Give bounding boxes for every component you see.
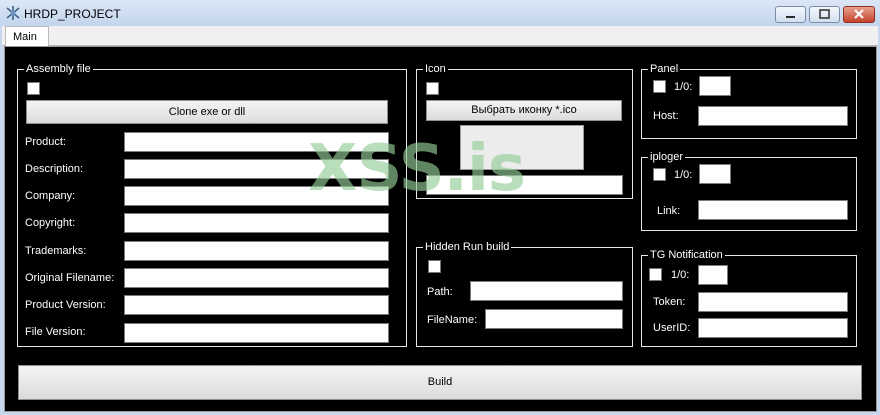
iploger-toggle-label: 1/0: <box>674 169 693 181</box>
tg-toggle-field[interactable] <box>698 265 728 285</box>
iploger-group: iploger 1/0: Link: <box>641 150 857 231</box>
icon-checkbox[interactable] <box>426 82 439 95</box>
build-button[interactable]: Build <box>18 365 862 400</box>
window-title: HRDP_PROJECT <box>24 7 121 21</box>
title-bar: HRDP_PROJECT <box>0 0 880 26</box>
company-label: Company: <box>25 190 76 202</box>
path-field[interactable] <box>470 281 623 301</box>
tg-notification-group: TG Notification 1/0: Token: UserID: <box>641 248 857 347</box>
original-filename-field[interactable] <box>124 268 389 288</box>
product-version-label: Product Version: <box>25 299 106 311</box>
icon-group: Icon Выбрать иконку *.ico <box>416 62 633 199</box>
minimize-button[interactable] <box>775 6 806 23</box>
iploger-title: iploger <box>648 150 686 164</box>
company-field[interactable] <box>124 186 389 206</box>
panel-toggle-field[interactable] <box>699 76 731 96</box>
tab-strip: Main <box>2 26 878 47</box>
hidden-run-group: Hidden Run build Path: FileName: <box>416 240 633 347</box>
main-panel: Assembly file Clone exe or dll Product: … <box>4 46 877 412</box>
maximize-button[interactable] <box>809 6 840 23</box>
file-version-label: File Version: <box>25 326 86 338</box>
tg-checkbox[interactable] <box>649 268 662 281</box>
description-label: Description: <box>25 163 84 175</box>
panel-title: Panel <box>648 62 681 76</box>
file-version-field[interactable] <box>124 323 389 343</box>
copyright-label: Copyright: <box>25 217 76 229</box>
maximize-icon <box>819 9 830 19</box>
token-field[interactable] <box>698 292 848 312</box>
trademarks-label: Trademarks: <box>25 245 87 257</box>
host-field[interactable] <box>698 106 848 126</box>
hidden-run-checkbox[interactable] <box>428 260 441 273</box>
filename-label: FileName: <box>427 314 478 326</box>
original-filename-label: Original Filename: <box>25 272 115 284</box>
panel-toggle-label: 1/0: <box>674 81 693 93</box>
product-field[interactable] <box>124 132 389 152</box>
tab-main[interactable]: Main <box>5 26 49 47</box>
choose-icon-button[interactable]: Выбрать иконку *.ico <box>426 100 622 121</box>
app-icon <box>6 6 20 20</box>
tg-toggle-label: 1/0: <box>671 269 690 281</box>
panel-checkbox[interactable] <box>653 80 666 93</box>
product-label: Product: <box>25 136 66 148</box>
close-button[interactable] <box>843 6 875 23</box>
path-label: Path: <box>427 286 453 298</box>
close-icon <box>854 9 864 19</box>
clone-button[interactable]: Clone exe or dll <box>26 100 388 124</box>
filename-field[interactable] <box>485 309 623 329</box>
trademarks-field[interactable] <box>124 241 389 261</box>
icon-path-field[interactable] <box>426 175 623 195</box>
link-label: Link: <box>657 205 681 217</box>
host-label: Host: <box>653 110 679 122</box>
hidden-run-title: Hidden Run build <box>423 240 512 254</box>
description-field[interactable] <box>124 159 389 179</box>
icon-preview <box>460 125 584 170</box>
assembly-file-title: Assembly file <box>24 62 93 76</box>
token-label: Token: <box>653 296 686 308</box>
icon-title: Icon <box>423 62 448 76</box>
userid-field[interactable] <box>698 318 848 338</box>
userid-label: UserID: <box>653 322 691 334</box>
iploger-checkbox[interactable] <box>653 168 666 181</box>
link-field[interactable] <box>698 200 848 220</box>
copyright-field[interactable] <box>124 213 389 233</box>
minimize-icon <box>786 16 795 18</box>
iploger-toggle-field[interactable] <box>699 164 731 184</box>
assembly-file-group: Assembly file Clone exe or dll Product: … <box>17 62 407 347</box>
assembly-checkbox[interactable] <box>27 82 40 95</box>
tg-notification-title: TG Notification <box>648 248 725 262</box>
panel-group: Panel 1/0: Host: <box>641 62 857 139</box>
product-version-field[interactable] <box>124 295 389 315</box>
